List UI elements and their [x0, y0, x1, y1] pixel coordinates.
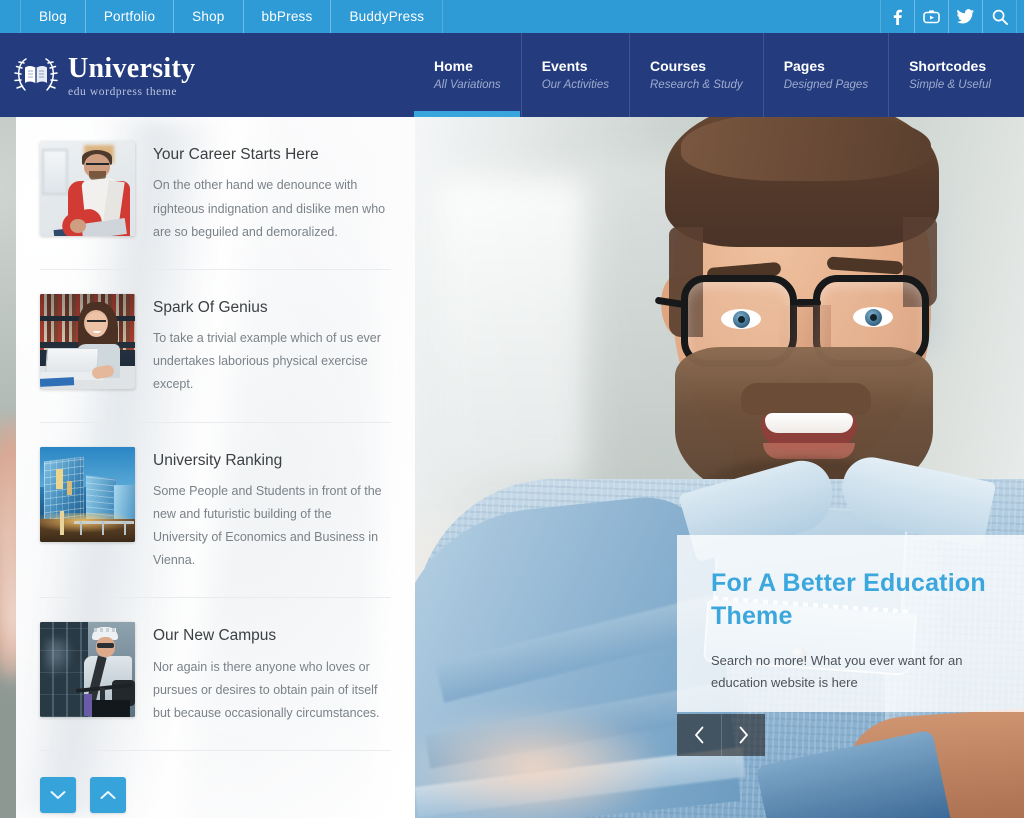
topbar-link-shop[interactable]: Shop — [173, 0, 244, 33]
twitter-icon[interactable] — [948, 0, 983, 33]
menu-item-courses[interactable]: Courses Research & Study — [630, 33, 764, 117]
chevron-right-icon — [738, 726, 749, 744]
topbar-link-bbpress[interactable]: bbPress — [242, 0, 332, 33]
site-logo[interactable]: University edu wordpress theme — [12, 53, 195, 99]
menu-item-events-label: Events — [541, 57, 588, 74]
list-item[interactable]: Your Career Starts Here On the other han… — [40, 117, 391, 270]
list-item-description: Some People and Students in front of the… — [153, 483, 382, 568]
hero-caption: For A Better Education Theme Search no m… — [677, 535, 1024, 712]
list-item[interactable]: University Ranking Some People and Stude… — [40, 423, 391, 599]
panel-scroll-controls — [16, 751, 415, 814]
content-area: Your Career Starts Here On the other han… — [0, 117, 1024, 835]
list-item-body: University Ranking Some People and Stude… — [153, 447, 388, 573]
scroll-down-button[interactable] — [40, 777, 76, 814]
menu-item-shortcodes-sublabel: Simple & Useful — [909, 79, 991, 92]
menu-item-home[interactable]: Home All Variations — [414, 33, 522, 117]
main-menu: Home All Variations Events Our Activitie… — [414, 33, 1011, 117]
featured-posts-panel: Your Career Starts Here On the other han… — [16, 117, 415, 818]
chevron-up-icon — [100, 790, 116, 800]
menu-item-courses-sublabel: Research & Study — [650, 79, 743, 92]
slider-next-button[interactable] — [721, 714, 765, 756]
laurel-wreath-open-book-icon — [12, 53, 60, 99]
top-bar: Blog Portfolio Shop bbPress BuddyPress — [0, 0, 1024, 33]
menu-item-home-label: Home — [434, 57, 473, 74]
man-in-red-shirt-writing-thumbnail — [40, 141, 135, 236]
menu-item-events[interactable]: Events Our Activities — [522, 33, 630, 117]
list-item-title: Spark Of Genius — [153, 298, 268, 316]
list-item-description: Nor again is there anyone who loves or p… — [153, 659, 380, 720]
modern-glass-building-at-dusk-thumbnail — [40, 446, 135, 542]
page-root: Blog Portfolio Shop bbPress BuddyPress U… — [0, 0, 1024, 835]
woman-at-laptop-in-library-thumbnail — [40, 293, 135, 389]
menu-item-pages[interactable]: Pages Designed Pages — [764, 33, 890, 117]
list-item[interactable]: Our New Campus Nor again is there anyone… — [40, 598, 391, 752]
topbar-link-portfolio[interactable]: Portfolio — [84, 0, 175, 33]
chevron-down-icon — [50, 790, 66, 800]
list-item-title: Your Career Starts Here — [153, 146, 319, 163]
logo-title: University — [68, 52, 196, 84]
menu-item-shortcodes-label: Shortcodes — [909, 57, 987, 74]
hero-caption-text: Search no more! What you ever want for a… — [711, 652, 963, 691]
main-navigation-bar: University edu wordpress theme Home All … — [0, 33, 1024, 117]
menu-item-events-sublabel: Our Activities — [541, 79, 609, 92]
topbar-link-buddypress[interactable]: BuddyPress — [330, 0, 444, 33]
topbar-link-blog[interactable]: Blog — [20, 0, 86, 33]
facebook-icon[interactable] — [880, 0, 915, 33]
list-item-title: University Ranking — [153, 451, 283, 469]
chevron-left-icon — [694, 726, 705, 744]
list-item-description: To take a trivial example which of us ev… — [153, 331, 381, 392]
hero-portrait-image — [415, 117, 1024, 818]
featured-posts-list: Your Career Starts Here On the other han… — [16, 117, 415, 752]
menu-item-home-sublabel: All Variations — [434, 79, 501, 92]
list-item-body: Your Career Starts Here On the other han… — [153, 141, 388, 244]
list-item-description: On the other hand we denounce with right… — [153, 178, 386, 239]
menu-item-courses-label: Courses — [650, 57, 707, 74]
logo-tagline: edu wordpress theme — [68, 85, 178, 98]
search-icon[interactable] — [982, 0, 1017, 33]
menu-item-pages-sublabel: Designed Pages — [783, 79, 869, 92]
hero-slider[interactable]: For A Better Education Theme Search no m… — [415, 117, 1024, 818]
list-item-body: Spark Of Genius To take a trivial exampl… — [153, 294, 388, 397]
slider-prev-button[interactable] — [677, 714, 721, 756]
page-bottom-whitespace — [0, 818, 1024, 835]
hero-caption-heading: For A Better Education Theme — [711, 569, 986, 631]
youtube-icon[interactable] — [914, 0, 949, 33]
menu-item-pages-label: Pages — [783, 57, 825, 74]
cyclist-with-helmet-thumbnail — [40, 622, 135, 718]
menu-item-shortcodes[interactable]: Shortcodes Simple & Useful — [889, 33, 1011, 117]
slider-navigation — [677, 714, 765, 756]
list-item-body: Our New Campus Nor again is there anyone… — [153, 622, 388, 725]
list-item[interactable]: Spark Of Genius To take a trivial exampl… — [40, 270, 391, 423]
scroll-up-button[interactable] — [90, 777, 126, 814]
list-item-title: Our New Campus — [153, 627, 277, 645]
left-edge-image-strip — [0, 117, 16, 818]
logo-text-block: University edu wordpress theme — [68, 52, 196, 98]
social-links — [880, 0, 1017, 33]
top-bar-links: Blog Portfolio Shop bbPress BuddyPress — [20, 0, 444, 33]
